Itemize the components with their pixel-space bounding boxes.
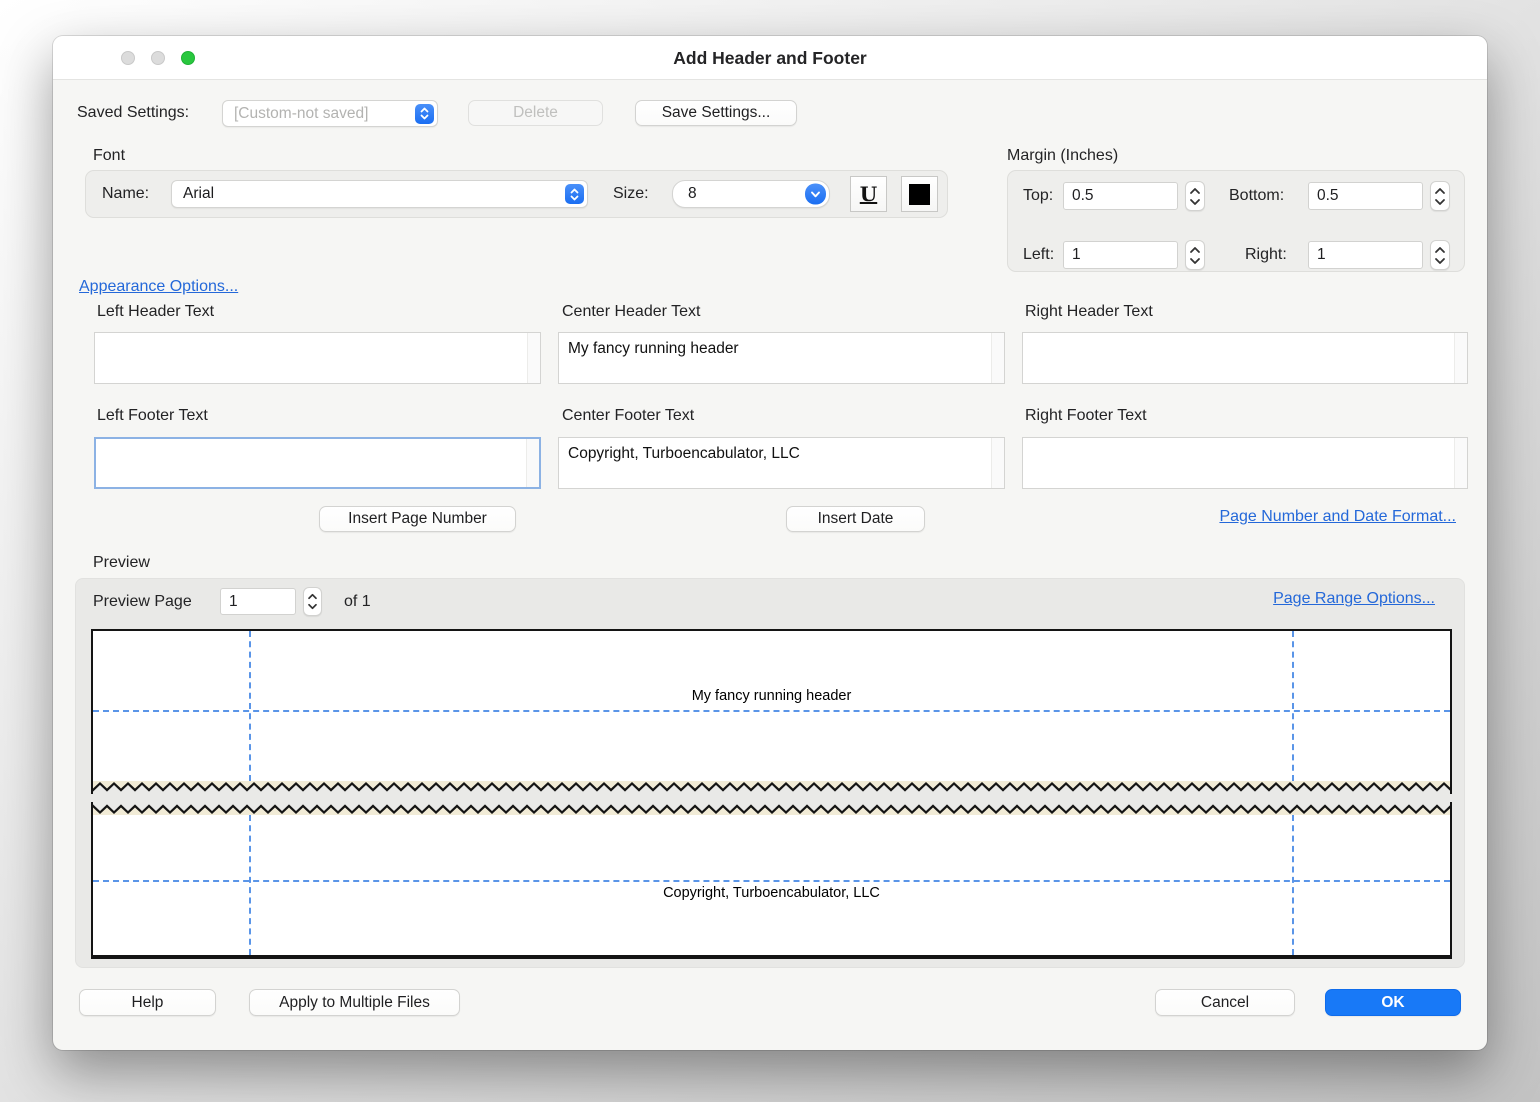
chevron-up-down-icon (565, 184, 584, 204)
appearance-options-link[interactable]: Appearance Options... (79, 278, 238, 296)
bottom-margin-guide (93, 880, 1450, 882)
left-footer-label: Left Footer Text (97, 403, 208, 429)
margin-left-input[interactable] (1063, 241, 1178, 269)
font-color-button[interactable] (901, 176, 938, 212)
page-fragment-body: My fancy running header (93, 631, 1450, 781)
chevron-down-icon (805, 184, 826, 205)
font-groupbox: Name: Arial Size: 8 U (85, 170, 948, 218)
margin-right-label: Right: (1245, 242, 1287, 268)
cancel-button[interactable]: Cancel (1155, 989, 1295, 1016)
margin-bottom-input[interactable] (1308, 182, 1423, 210)
center-header-input[interactable]: My fancy running header (559, 333, 991, 383)
left-footer-input[interactable] (96, 439, 526, 487)
preview-footer-text: Copyright, Turboencabulator, LLC (93, 885, 1450, 901)
preview-page-count-label: of 1 (344, 589, 371, 615)
preview-section-label: Preview (93, 554, 150, 572)
font-name-value: Arial (183, 181, 559, 207)
preview-page-input[interactable] (220, 588, 296, 615)
font-section-label: Font (93, 147, 125, 165)
margin-top-input[interactable] (1063, 182, 1178, 210)
scrollbar-gutter[interactable] (1454, 438, 1467, 488)
font-name-dropdown[interactable]: Arial (171, 180, 588, 208)
left-header-textarea-wrap (94, 332, 541, 384)
scrollbar-gutter[interactable] (991, 333, 1004, 383)
margin-left-label: Left: (1023, 242, 1054, 268)
save-settings-button[interactable]: Save Settings... (635, 100, 797, 126)
preview-panel: Preview Page of 1 Page Range Options... … (75, 578, 1465, 968)
right-footer-label: Right Footer Text (1025, 403, 1147, 429)
scrollbar-gutter[interactable] (991, 438, 1004, 488)
page-number-date-format-link[interactable]: Page Number and Date Format... (1219, 508, 1456, 526)
margin-bottom-stepper[interactable] (1430, 181, 1450, 211)
center-header-textarea-wrap: My fancy running header (558, 332, 1005, 384)
font-size-combobox[interactable]: 8 (672, 180, 830, 208)
center-footer-input[interactable]: Copyright, Turboencabulator, LLC (559, 438, 991, 488)
margin-top-label: Top: (1023, 183, 1053, 209)
scrollbar-gutter[interactable] (527, 333, 540, 383)
right-header-input[interactable] (1023, 333, 1454, 383)
titlebar: Add Header and Footer (53, 36, 1487, 80)
ok-button[interactable]: OK (1325, 989, 1461, 1016)
top-margin-guide (93, 710, 1450, 712)
insert-page-number-button[interactable]: Insert Page Number (319, 506, 516, 532)
saved-settings-label: Saved Settings: (77, 100, 189, 126)
left-footer-textarea-wrap (94, 437, 541, 489)
chevron-up-down-icon (415, 104, 434, 124)
left-header-label: Left Header Text (97, 299, 214, 325)
preview-page-top-fragment: My fancy running header (91, 629, 1452, 794)
preview-page-label: Preview Page (93, 589, 192, 615)
center-header-label: Center Header Text (562, 299, 700, 325)
preview-page-bottom-fragment: Copyright, Turboencabulator, LLC (91, 802, 1452, 959)
font-size-label: Size: (613, 181, 649, 207)
margin-left-stepper[interactable] (1185, 240, 1205, 270)
margin-section-label: Margin (Inches) (1007, 147, 1118, 165)
apply-to-multiple-files-button[interactable]: Apply to Multiple Files (249, 989, 460, 1016)
saved-settings-dropdown[interactable]: [Custom-not saved] (222, 100, 438, 127)
right-footer-textarea-wrap (1022, 437, 1468, 489)
margin-bottom-label: Bottom: (1229, 183, 1284, 209)
right-footer-input[interactable] (1023, 438, 1454, 488)
font-name-label: Name: (102, 181, 149, 207)
scrollbar-gutter[interactable] (526, 439, 539, 487)
add-header-footer-dialog: Add Header and Footer Saved Settings: [C… (53, 36, 1487, 1050)
color-swatch-icon (909, 184, 930, 205)
margin-groupbox: Top: Bottom: Left: Right: (1007, 170, 1465, 272)
preview-page-stepper[interactable] (303, 587, 322, 616)
center-footer-label: Center Footer Text (562, 403, 694, 429)
help-button[interactable]: Help (79, 989, 216, 1016)
scrollbar-gutter[interactable] (1454, 333, 1467, 383)
right-header-label: Right Header Text (1025, 299, 1153, 325)
saved-settings-value: [Custom-not saved] (234, 101, 409, 126)
insert-date-button[interactable]: Insert Date (786, 506, 925, 532)
margin-right-stepper[interactable] (1430, 240, 1450, 270)
preview-header-text: My fancy running header (93, 688, 1450, 704)
underline-button[interactable]: U (850, 176, 887, 212)
dialog-title: Add Header and Footer (53, 36, 1487, 80)
center-footer-textarea-wrap: Copyright, Turboencabulator, LLC (558, 437, 1005, 489)
left-margin-guide (249, 631, 251, 781)
left-header-input[interactable] (95, 333, 527, 383)
right-margin-guide (1292, 631, 1294, 781)
margin-right-input[interactable] (1308, 241, 1423, 269)
torn-edge-bottom (93, 781, 1450, 794)
page-fragment-body: Copyright, Turboencabulator, LLC (93, 815, 1450, 955)
page-range-options-link[interactable]: Page Range Options... (1273, 590, 1435, 608)
margin-top-stepper[interactable] (1185, 181, 1205, 211)
delete-settings-button[interactable]: Delete (468, 100, 603, 126)
font-size-value: 8 (688, 181, 801, 207)
right-header-textarea-wrap (1022, 332, 1468, 384)
torn-edge-top (93, 802, 1450, 815)
